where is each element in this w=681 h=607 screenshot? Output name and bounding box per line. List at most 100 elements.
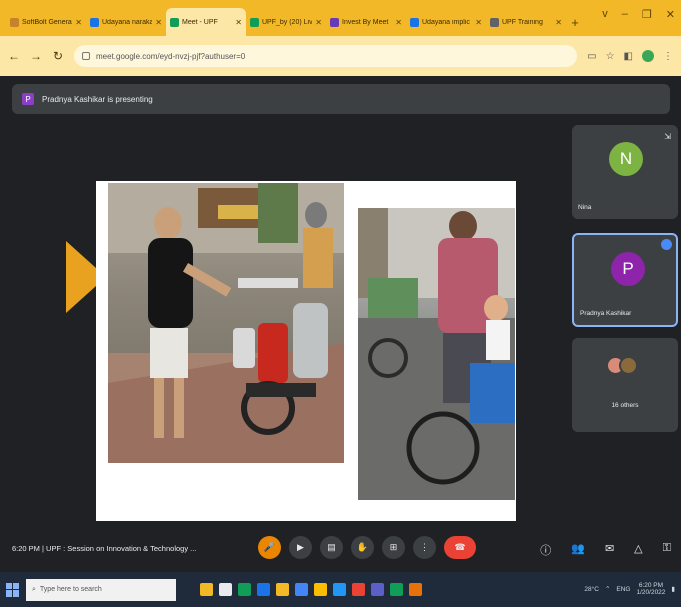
tray-arrow-icon[interactable]: ⌃ [605,585,610,593]
browser-tab[interactable]: SoftBolt General ✕ [6,8,86,36]
slide-photo-cycle-rickshaw [358,208,515,500]
notification-icon[interactable]: ▮ [671,585,675,593]
meeting-controls: 6:20 PM | UPF : Session on Innovation & … [0,528,681,572]
tab-favicon-icon [90,17,99,27]
tab-title: Meet - UPF [182,18,218,26]
participant-name: Pradnya Kashikar [580,310,632,317]
search-placeholder: Type here to search [39,586,102,593]
tab-close-icon[interactable]: ✕ [315,18,322,27]
tab-close-icon[interactable]: ✕ [75,18,82,27]
browser-tab[interactable]: Invest By Meet ✕ [326,8,406,36]
end-call-button[interactable]: ☎ [444,536,476,559]
raise-hand-button[interactable]: ✋ [351,536,374,559]
taskbar-app-icon[interactable] [333,583,346,596]
present-button[interactable]: ⊞ [382,536,405,559]
system-tray: 28°C ⌃ ENG 6:20 PM 1/20/2022 ▮ [584,582,675,596]
presenting-text: Pradnya Kashikar is presenting [42,94,153,104]
tab-favicon-icon [170,17,179,27]
taskbar-app-icon[interactable] [295,583,308,596]
new-tab-button[interactable]: + [566,8,584,36]
taskbar-app-icon[interactable] [257,583,270,596]
camera-icon[interactable]: ▭ [587,51,596,62]
browser-tab[interactable]: UPF Training ✕ [486,8,566,36]
mic-button[interactable]: 🎤 [258,536,281,559]
participant-avatar: P [611,252,645,286]
presenter-avatar: P [22,93,34,105]
minimize-button[interactable]: – [622,8,628,21]
browser-tab[interactable]: Udayana implic ✕ [406,8,486,36]
lock-icon [82,52,90,60]
captions-button[interactable]: ▤ [320,536,343,559]
browser-tab-strip: SoftBolt General ✕ Udayana naraka ✕ Meet - U… [0,0,681,36]
other-avatar [619,356,638,375]
tab-title: UPF Training [502,18,543,26]
participant-avatar: N [609,142,643,176]
weather-text[interactable]: 28°C [584,586,599,593]
lang-text[interactable]: ENG [616,586,630,593]
taskbar-app-icon[interactable] [276,583,289,596]
meeting-side-buttons: ⓘ 👥 ✉ △ ⚿ [540,542,671,558]
tab-title: Invest By Meet [342,18,389,26]
tab-favicon-icon [490,17,499,27]
tab-close-icon[interactable]: ✕ [395,18,402,27]
camera-button[interactable]: ▶ [289,536,312,559]
tab-close-icon[interactable]: ✕ [235,18,242,27]
participant-tile-others[interactable]: 16 others [572,338,678,432]
back-button[interactable]: ← [8,49,20,63]
clock[interactable]: 6:20 PM 1/20/2022 [637,582,666,596]
tab-title: SoftBolt General [22,18,73,26]
more-options-button[interactable]: ⋮ [413,536,436,559]
profile-icon[interactable] [642,50,654,62]
task-view-icon[interactable] [219,583,232,596]
star-icon[interactable]: ☆ [606,51,615,62]
browser-tab[interactable]: Udayana naraka ✕ [86,8,166,36]
tab-title: Udayana naraka [102,18,153,26]
browser-tab[interactable]: UPF_by (20) Live ✕ [246,8,326,36]
presenting-banner: P Pradnya Kashikar is presenting [12,84,670,114]
tab-search-button[interactable]: v [602,8,608,21]
taskbar-app-icon[interactable] [352,583,365,596]
taskbar-app-icon[interactable] [238,583,251,596]
others-count-label: 16 others [611,402,639,409]
taskbar-app-icon[interactable] [314,583,327,596]
host-controls-icon[interactable]: ⚿ [663,542,671,558]
extension-icon[interactable]: ◧ [624,51,633,62]
chat-icon[interactable]: ✉ [605,542,614,558]
tab-favicon-icon [250,17,259,27]
taskbar-app-icon[interactable] [200,583,213,596]
maximize-button[interactable]: ❐ [642,8,652,21]
toolbar-actions: ▭ ☆ ◧ ⋮ [587,50,673,62]
close-window-button[interactable]: ✕ [666,8,675,21]
menu-icon[interactable]: ⋮ [663,51,673,62]
search-icon: ⌕ [32,585,36,593]
speaking-indicator-icon [661,239,672,250]
tab-close-icon[interactable]: ✕ [475,18,482,27]
milk-vendor-illustration [108,183,344,463]
browser-toolbar: ← → ↻ meet.google.com/eyd-nvzj-pjf?authu… [0,36,681,76]
others-avatars [606,356,638,375]
browser-tab[interactable]: Meet - UPF ✕ [166,8,246,36]
activities-icon[interactable]: △ [634,542,642,558]
participant-tile-nina[interactable]: ⇲ N Nina [572,125,678,219]
window-controls: v – ❐ ✕ [602,8,675,21]
tab-close-icon[interactable]: ✕ [155,18,162,27]
tab-favicon-icon [410,17,419,27]
participant-tile-presenter[interactable]: P Pradnya Kashikar [572,233,678,327]
taskbar-search-input[interactable]: ⌕ Type here to search [26,578,176,601]
url-text: meet.google.com/eyd-nvzj-pjf?authuser=0 [96,51,246,61]
taskbar-app-icon[interactable] [409,583,422,596]
forward-button[interactable]: → [30,49,42,63]
info-icon[interactable]: ⓘ [540,542,551,558]
pin-icon[interactable]: ⇲ [664,132,671,141]
tab-title: Udayana implic [422,18,470,26]
tab-close-icon[interactable]: ✕ [555,18,562,27]
taskbar-app-icon[interactable] [371,583,384,596]
reload-button[interactable]: ↻ [52,49,64,63]
people-icon[interactable]: 👥 [571,542,585,558]
taskbar-app-icon[interactable] [390,583,403,596]
presentation-slide [96,181,516,521]
windows-start-icon[interactable] [6,582,20,597]
address-bar[interactable]: meet.google.com/eyd-nvzj-pjf?authuser=0 [74,45,578,67]
slide-photo-milk-vendor [108,183,344,463]
tab-favicon-icon [330,17,339,27]
